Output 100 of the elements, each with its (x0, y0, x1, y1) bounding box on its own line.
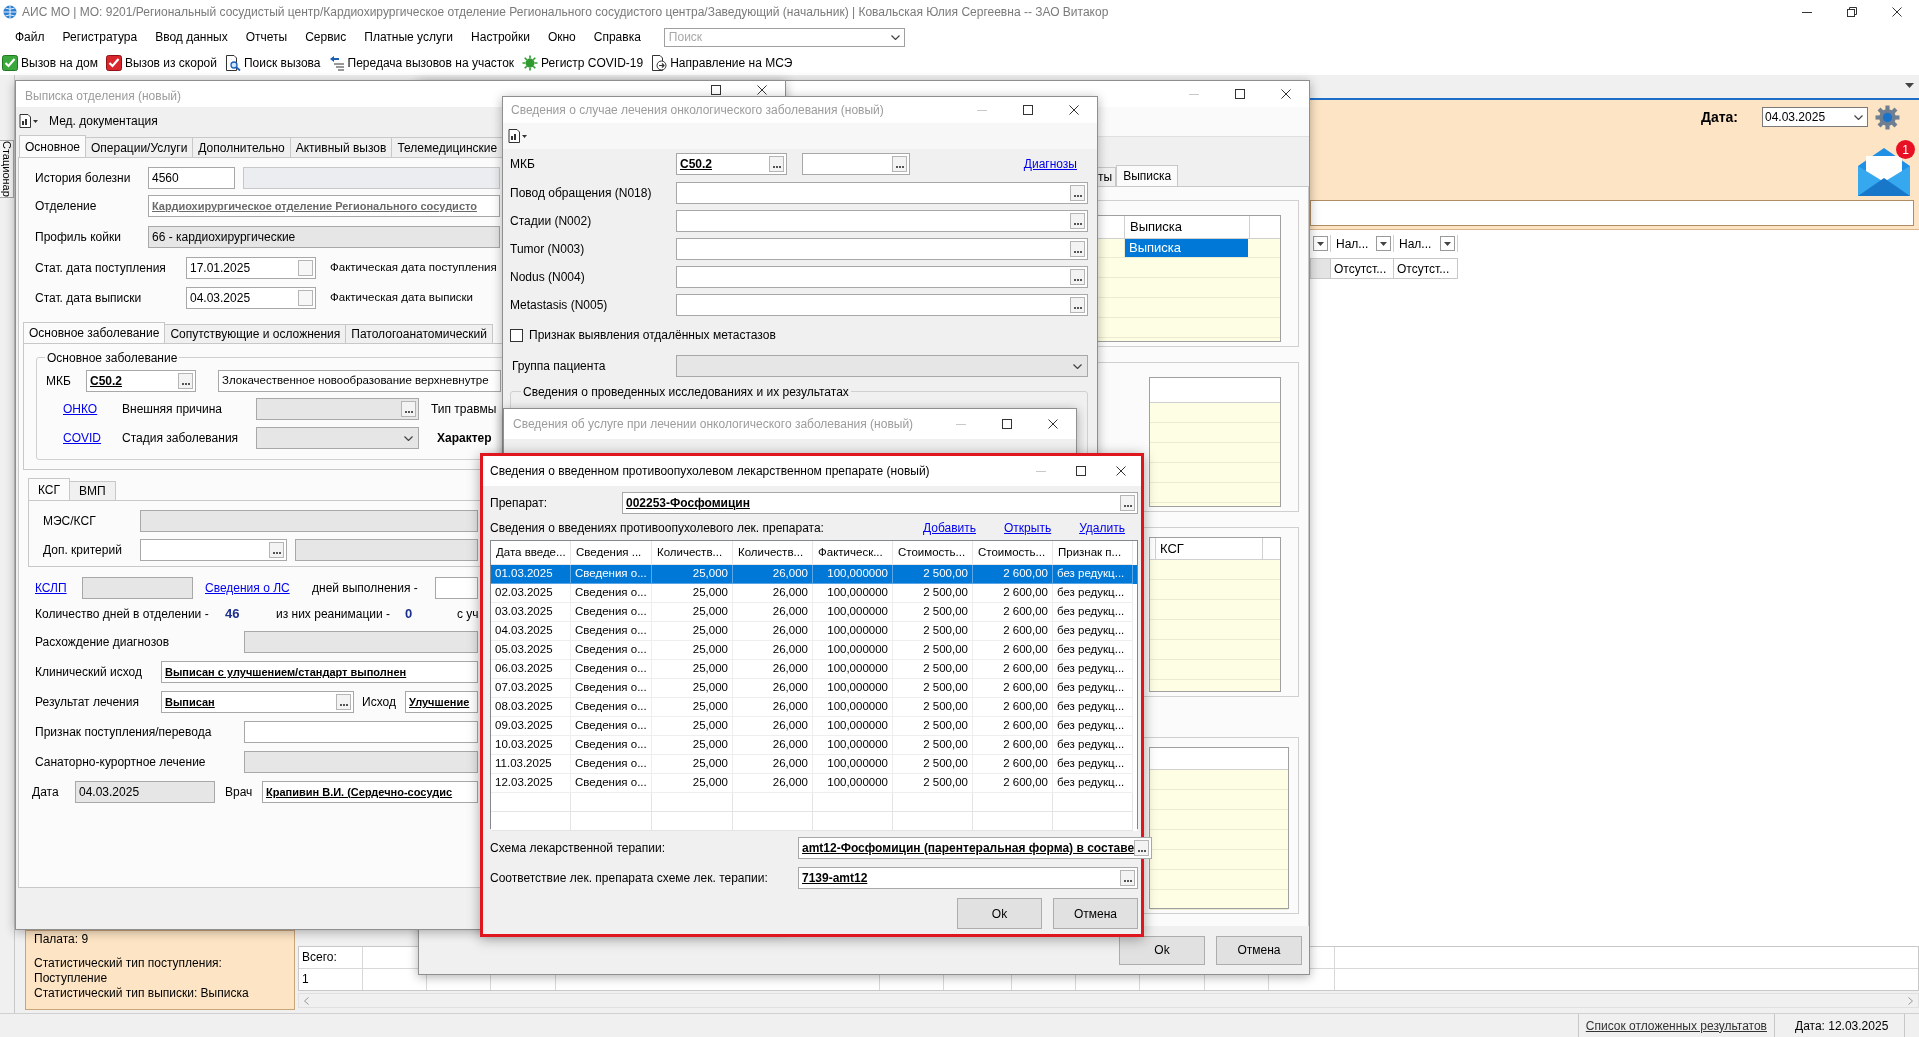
tab[interactable]: Телемедицинские (392, 137, 504, 157)
text-field[interactable] (82, 577, 193, 599)
browse-button[interactable] (1120, 495, 1135, 511)
text-field[interactable] (295, 539, 478, 561)
lookup-field[interactable] (802, 153, 910, 175)
row-header-cell[interactable] (1310, 258, 1331, 279)
text-field[interactable] (435, 577, 478, 599)
tab[interactable]: ВМП (70, 481, 116, 500)
text-field[interactable] (244, 721, 478, 743)
browse-button[interactable] (1070, 297, 1085, 313)
toolbar-button[interactable]: Направление на МСЭ (651, 51, 795, 74)
tab[interactable]: КСГ (28, 478, 71, 500)
filter-button[interactable] (1376, 236, 1391, 251)
onko-link[interactable]: ОНКО (63, 400, 98, 418)
menu-item[interactable]: Сервис (296, 28, 356, 46)
tab[interactable]: Дополнительно (193, 137, 291, 157)
filter-field[interactable] (1310, 200, 1914, 226)
toolbar-button[interactable]: Передача вызовов на участок (328, 51, 517, 74)
menu-item[interactable]: Справка (584, 28, 650, 46)
maximize-icon[interactable] (711, 85, 721, 95)
tab[interactable]: Операции/Услуги (86, 137, 194, 157)
lookup-field[interactable] (676, 294, 1088, 316)
menu-item[interactable]: Файл (6, 28, 54, 46)
browse-button[interactable] (769, 156, 784, 172)
lookup-field[interactable]: 7139-amt12 (798, 867, 1138, 889)
filter-button[interactable] (1313, 236, 1328, 251)
restore-icon[interactable] (1846, 7, 1857, 17)
tab[interactable]: Патологоанатомический (346, 324, 493, 343)
lookup-field[interactable] (676, 210, 1088, 232)
toolbar-button[interactable]: Поиск вызова (225, 51, 323, 74)
lookup-field[interactable]: C50.2 (86, 370, 196, 392)
table-row[interactable]: 01.03.2025 Сведения о... 25,000 26,000 100,000000 2 500,00 2 600,00 без редукц... (491, 565, 1137, 584)
browse-button[interactable] (892, 156, 907, 172)
settings-icon[interactable] (1875, 104, 1900, 130)
search-field[interactable]: Поиск (663, 27, 905, 47)
tab[interactable]: Сопутствующие и осложнения (165, 324, 347, 343)
browse-button[interactable] (401, 401, 416, 417)
action-link[interactable]: Открыть (1004, 519, 1052, 537)
lookup-field[interactable]: C50.2 (676, 153, 787, 175)
ok-button[interactable]: Ok (957, 898, 1042, 929)
close-icon[interactable] (1048, 419, 1058, 429)
lookup-field[interactable]: 002253-Фосфомицин (622, 492, 1138, 514)
caret-down-icon[interactable] (1905, 83, 1914, 88)
side-tab[interactable]: Стационар (0, 140, 14, 198)
toolbar-button[interactable]: Регистр COVID-19 (522, 51, 646, 74)
diagnoses-link[interactable]: Диагнозы (1023, 155, 1077, 173)
action-link[interactable]: Добавить (923, 519, 977, 537)
date-picker[interactable]: 04.03.2025 (1762, 107, 1868, 127)
browse-button[interactable] (178, 373, 193, 389)
tab[interactable]: Выписка (1116, 165, 1179, 186)
documentation-menu[interactable]: Мед. документация (49, 112, 158, 130)
tab[interactable]: Основное (19, 135, 86, 157)
deferred-results-link[interactable]: Список отложенных результатов (1585, 1016, 1767, 1035)
browse-button[interactable] (1070, 269, 1085, 285)
menu-item[interactable]: Настройки (462, 28, 539, 46)
checkbox[interactable] (510, 328, 523, 342)
table-cell[interactable]: Выписка (1125, 239, 1248, 257)
maximize-icon[interactable] (1235, 89, 1245, 99)
close-icon[interactable] (1891, 7, 1902, 17)
column-header[interactable]: Нал... (1399, 234, 1437, 253)
lookup-field[interactable] (140, 539, 287, 561)
kslp-link[interactable]: КСЛП (35, 579, 67, 597)
menu-item[interactable]: Регистратура (53, 28, 147, 46)
lookup-field[interactable]: Выписан (161, 691, 354, 713)
maximize-icon[interactable] (1023, 105, 1033, 115)
lookup-field[interactable]: Выписан с улучшением/стандарт выполнен (161, 661, 478, 683)
toolbar-button[interactable]: Вызов из скорой (105, 51, 219, 74)
action-link[interactable]: Удалить (1079, 519, 1125, 537)
menu-item[interactable]: Окно (538, 28, 585, 46)
dropdown-field[interactable] (676, 355, 1088, 377)
close-icon[interactable] (1281, 89, 1291, 99)
close-icon[interactable] (1069, 105, 1079, 115)
cancel-button[interactable]: Отмена (1053, 898, 1138, 929)
dropdown-field[interactable] (256, 427, 419, 449)
lookup-field[interactable]: Улучшение (405, 691, 478, 713)
browse-button[interactable] (336, 694, 351, 710)
cancel-button[interactable]: Отмена (1216, 935, 1302, 965)
browse-button[interactable] (1070, 241, 1085, 257)
browse-button[interactable] (1134, 840, 1150, 856)
lookup-field[interactable]: Кардиохирургическое отделение Регионального сосудисто (148, 195, 500, 217)
text-field[interactable] (140, 510, 478, 532)
column-header[interactable]: Нал... (1336, 234, 1373, 253)
maximize-icon[interactable] (1002, 419, 1012, 429)
lookup-field[interactable] (676, 266, 1088, 288)
browse-button[interactable] (1070, 213, 1085, 229)
tab[interactable]: ты (1098, 167, 1117, 186)
lookup-field[interactable]: amt12-Фосфомицин (парентеральная форма) в составе (798, 837, 1153, 859)
lookup-field[interactable] (256, 398, 419, 420)
filter-button[interactable] (1440, 236, 1455, 251)
text-field[interactable]: 4560 (148, 167, 235, 189)
browse-button[interactable] (269, 542, 284, 558)
toolbar-button[interactable]: Вызов на дом (2, 51, 100, 74)
close-icon[interactable] (757, 85, 767, 95)
drug-info-link[interactable]: Сведения о ЛС (205, 579, 290, 597)
menu-item[interactable]: Отчеты (236, 28, 297, 46)
text-field[interactable]: Злокачественное новообразование верхневнутре (218, 370, 501, 392)
menu-item[interactable]: Платные услуги (355, 28, 463, 46)
menu-item[interactable]: Ввод данных (146, 28, 237, 46)
ok-button[interactable]: Ok (1119, 935, 1205, 965)
maximize-icon[interactable] (1076, 466, 1086, 476)
